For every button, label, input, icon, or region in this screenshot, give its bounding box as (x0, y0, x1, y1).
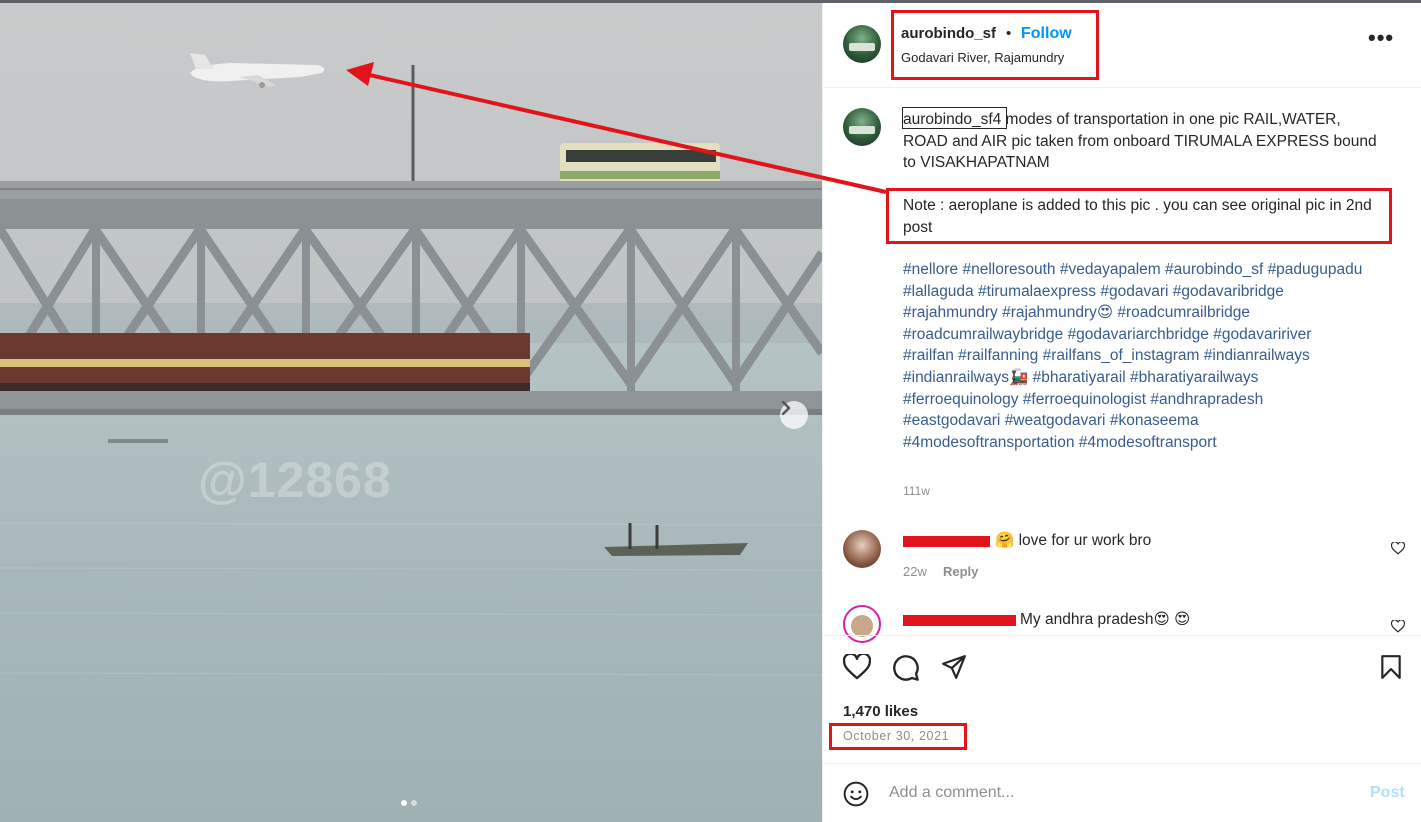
hashtag-link[interactable]: #godavaririver (1213, 326, 1311, 343)
hashtag-link[interactable]: #nellore (903, 261, 958, 278)
hashtag-list: #nellore #nelloresouth #vedayapalem #aur… (903, 259, 1363, 453)
chevron-right-icon (781, 401, 791, 415)
carousel-next-button[interactable] (780, 401, 808, 429)
author-username[interactable]: aurobindo_sf (901, 25, 996, 42)
post-location[interactable]: Godavari River, Rajamundry (901, 50, 1064, 65)
comment-like-icon[interactable] (1391, 542, 1405, 555)
post-caption: aurobindo_sf4 modes of transportation in… (903, 109, 1383, 174)
hashtag-link[interactable]: #railfanning (958, 347, 1038, 364)
hashtag-link[interactable]: #bharatiyarail (1033, 369, 1126, 386)
hashtag-link[interactable]: #ferroequinology (903, 391, 1018, 408)
hashtag-link[interactable]: #bharatiyarailways (1130, 369, 1258, 386)
hashtag-link[interactable]: #roadcumrailwaybridge (903, 326, 1063, 343)
emoji-icon[interactable] (843, 781, 869, 807)
post-side-panel: aurobindo_sf • Follow Godavari River, Ra… (822, 3, 1421, 822)
carousel-indicator (401, 800, 417, 806)
photo-watermark: @12868 (198, 452, 392, 508)
action-bar (823, 635, 1421, 695)
reply-button[interactable]: Reply (943, 564, 978, 579)
redacted-username (903, 615, 1016, 626)
hashtag-link[interactable]: #eastgodavari (903, 412, 1000, 429)
save-bookmark-icon[interactable] (1379, 654, 1403, 680)
comment-composer: Post (823, 763, 1421, 822)
hashtag-link[interactable]: #aurobindo_sf (1165, 261, 1263, 278)
caption-username[interactable]: aurobindo_sf (903, 111, 993, 128)
hashtag-link[interactable]: #ferroequinologist (1023, 391, 1146, 408)
hashtag-link[interactable]: #andhrapradesh (1150, 391, 1263, 408)
hashtag-link[interactable]: #4modesoftransportation (903, 434, 1074, 451)
hashtag-link[interactable]: #nelloresouth (962, 261, 1055, 278)
hashtag-link[interactable]: #godavariarchbridge (1068, 326, 1209, 343)
like-count[interactable]: 1,470 likes (843, 703, 918, 720)
post-photo[interactable]: @12868 (0, 3, 822, 822)
avatar[interactable] (843, 25, 881, 63)
hashtag-link[interactable]: #weatgodavari (1005, 412, 1106, 429)
hashtag-link[interactable]: #konaseema (1110, 412, 1199, 429)
hashtag-link[interactable]: #rajahmundry (903, 304, 998, 321)
comment-like-icon[interactable] (1391, 620, 1405, 633)
more-options-icon[interactable]: ••• (1368, 27, 1394, 49)
comment-text: 🤗 love for ur work bro (995, 532, 1152, 549)
like-heart-icon[interactable] (843, 654, 871, 680)
commenter-avatar[interactable] (843, 530, 881, 568)
hashtag-link[interactable]: #godavari (1100, 283, 1168, 300)
hashtag-link[interactable]: #lallaguda (903, 283, 974, 300)
caption-timestamp: 111w (903, 484, 930, 498)
hashtag-link[interactable]: #indianrailways🚂 (903, 369, 1028, 386)
carousel-dot-active (401, 800, 407, 806)
share-paper-plane-icon[interactable] (941, 654, 967, 680)
hashtag-link[interactable]: #roadcumrailbridge (1117, 304, 1250, 321)
hashtag-link[interactable]: #rajahmundry😍 (1002, 304, 1113, 321)
comment-time: 22w (903, 564, 927, 579)
separator-dot: • (1006, 25, 1012, 42)
hashtag-link[interactable]: #vedayapalem (1060, 261, 1161, 278)
carousel-dot (411, 800, 417, 806)
caption-avatar[interactable] (843, 108, 881, 146)
hashtag-link[interactable]: #4modesoftransport (1079, 434, 1217, 451)
redacted-username (903, 536, 990, 547)
comment-text: My andhra pradesh😍 😍 (1020, 611, 1191, 628)
hashtag-link[interactable]: #railfan (903, 347, 954, 364)
photo-scene (0, 3, 822, 822)
caption-note: Note : aeroplane is added to this pic . … (903, 197, 1372, 236)
post-header: aurobindo_sf • Follow Godavari River, Ra… (823, 3, 1421, 88)
hashtag-link[interactable]: #indianrailways (1204, 347, 1310, 364)
hashtag-link[interactable]: #railfans_of_instagram (1043, 347, 1200, 364)
follow-button[interactable]: Follow (1021, 25, 1072, 43)
comment-input[interactable] (889, 778, 1349, 808)
comment-bubble-icon[interactable] (892, 654, 920, 682)
hashtag-link[interactable]: #tirumalaexpress (978, 283, 1096, 300)
post-comment-button[interactable]: Post (1370, 784, 1405, 802)
post-date: October 30, 2021 (843, 729, 950, 743)
hashtag-link[interactable]: #padugupadu (1268, 261, 1363, 278)
hashtag-link[interactable]: #godavaribridge (1173, 283, 1284, 300)
